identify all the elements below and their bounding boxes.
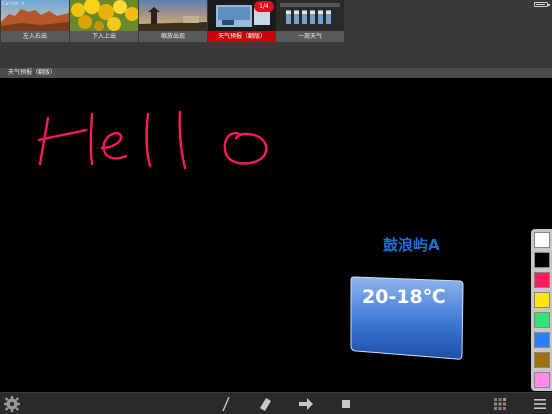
battery-icon [534, 2, 550, 7]
carrier-label: Carrier ✈ [2, 1, 25, 7]
color-swatch-blue[interactable] [534, 332, 550, 348]
temperature-label: 20-18℃ [362, 286, 446, 308]
color-swatch-white[interactable] [534, 232, 550, 248]
menu-icon[interactable] [532, 393, 548, 414]
status-bar: Carrier ✈ [0, 0, 552, 8]
color-swatch-black[interactable] [534, 252, 550, 268]
slide-canvas[interactable]: 鼓浪屿A 20-18℃ [0, 78, 552, 392]
color-swatch-light-pink[interactable] [534, 372, 550, 388]
thumbnail-label: 下入上出 [70, 31, 138, 42]
slide-title-bar: 天气预报（翻版） [0, 68, 552, 78]
color-swatch-green[interactable] [534, 312, 550, 328]
settings-icon[interactable] [3, 393, 21, 414]
thumbnail-label: 左入右出 [1, 31, 69, 42]
pen-icon[interactable] [219, 393, 233, 414]
color-swatch-pink[interactable] [534, 272, 550, 288]
grid-view-icon[interactable] [492, 393, 508, 414]
stop-icon[interactable] [339, 393, 353, 414]
thumbnail-label: 天气预报（翻版） [208, 31, 276, 42]
color-swatch-yellow[interactable] [534, 292, 550, 308]
slide-thumbnail-strip: 左入右出 下入上出 缩放出现 天气预报（翻版） 1/4 一周天气 [0, 0, 552, 68]
next-arrow-icon[interactable] [297, 393, 315, 414]
slide-title: 天气预报（翻版） [8, 69, 57, 76]
location-label: 鼓浪屿A [383, 236, 440, 254]
bottom-toolbar [0, 392, 552, 414]
eraser-icon[interactable] [257, 393, 273, 414]
color-palette [531, 229, 552, 391]
color-swatch-brown[interactable] [534, 352, 550, 368]
thumbnail-label: 一周天气 [276, 31, 344, 42]
thumbnail-label: 缩放出现 [139, 31, 207, 42]
handwriting-hello [37, 110, 268, 170]
